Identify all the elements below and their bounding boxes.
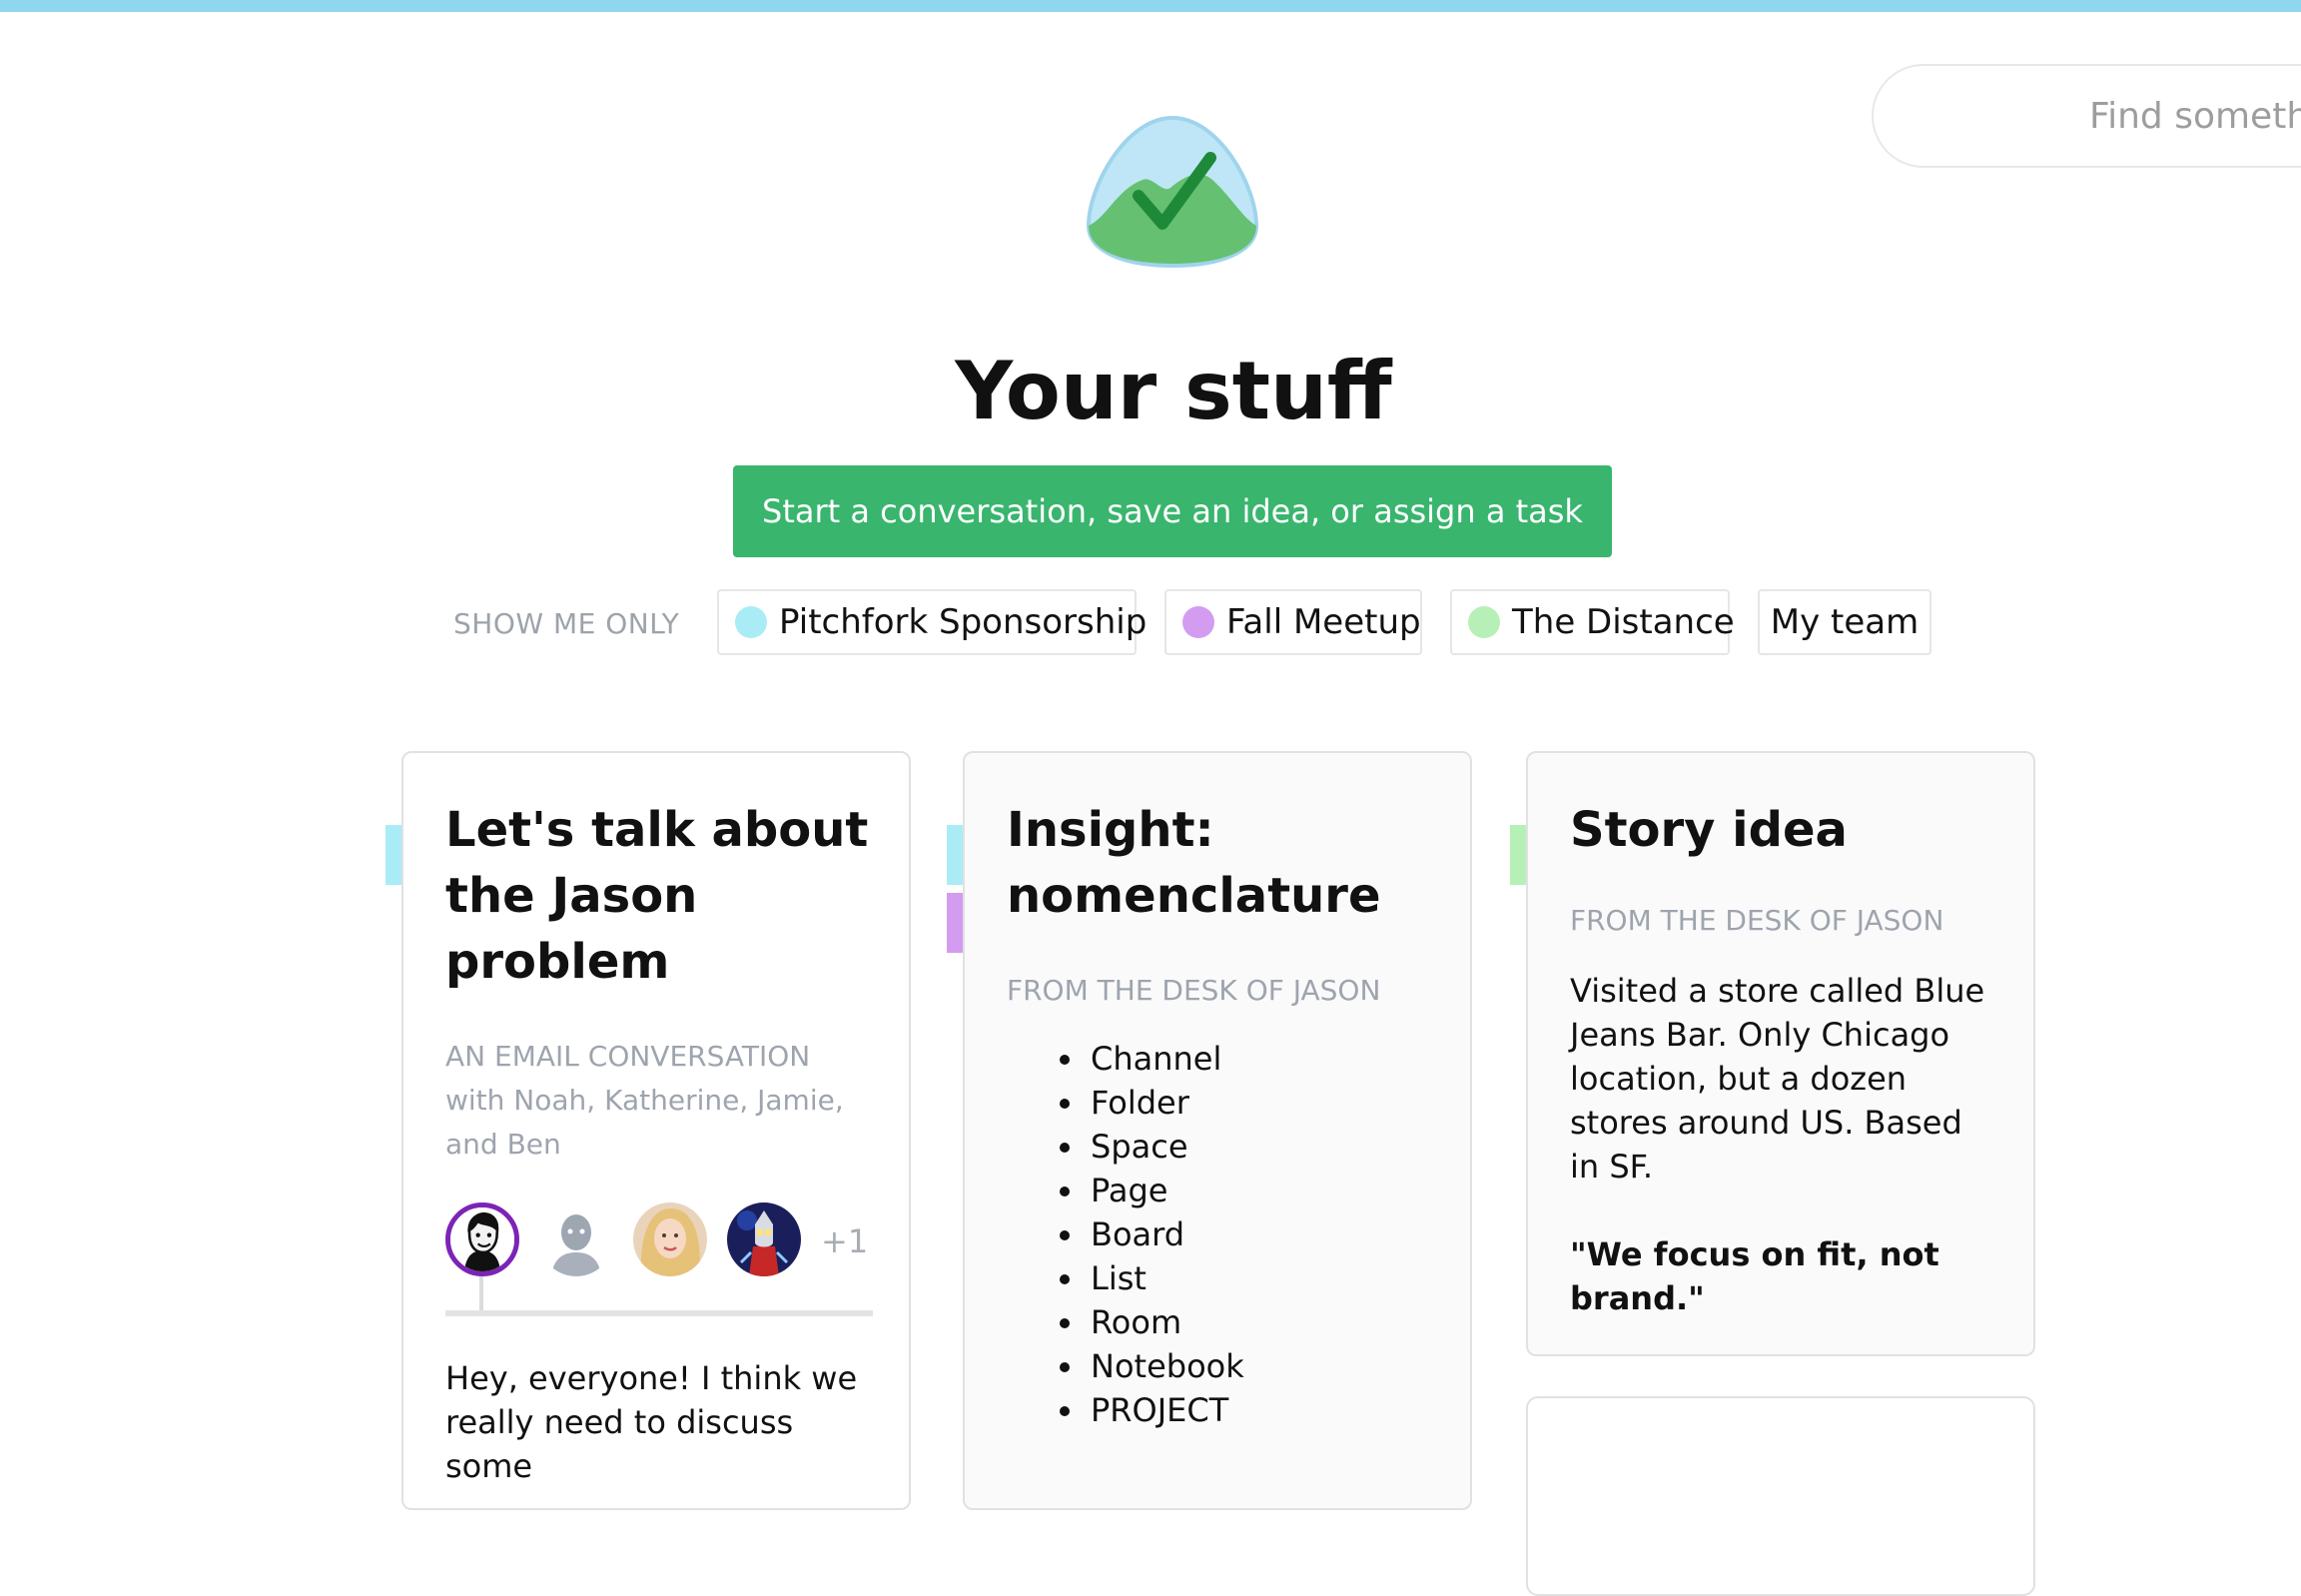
list-item: Page: [1087, 1169, 1430, 1212]
card-story-idea[interactable]: Story idea FROM THE DESK OF JASON Visite…: [1526, 751, 2035, 1356]
new-item-button[interactable]: Start a conversation, save an idea, or a…: [733, 465, 1612, 557]
avatar-pointer: [479, 1276, 483, 1310]
avatar-overflow-count[interactable]: +1: [821, 1222, 868, 1260]
list-item: Room: [1087, 1300, 1430, 1344]
list-item: Space: [1087, 1125, 1430, 1169]
project-color-dot: [1468, 606, 1500, 638]
card-body: Visited a store called Blue Jeans Bar. O…: [1570, 972, 1985, 1186]
list-item: List: [1087, 1256, 1430, 1300]
project-flag-pitchfork: [385, 825, 401, 885]
bullet-list: Channel Folder Space Page Board List Roo…: [1007, 1037, 1430, 1432]
card-meta: FROM THE DESK OF JASON: [1570, 904, 1944, 937]
avatar[interactable]: [727, 1202, 801, 1276]
filter-chip-label: Fall Meetup: [1226, 602, 1421, 642]
project-color-dot: [735, 606, 767, 638]
search-input[interactable]: [2087, 94, 2301, 138]
card-body: Hey, everyone! I think we really need to…: [445, 1359, 858, 1485]
card-partial[interactable]: [1526, 1396, 2035, 1596]
card-title: Story idea: [1570, 802, 1848, 858]
card-meta: FROM THE DESK OF JASON: [1007, 974, 1381, 1007]
card-email-conversation[interactable]: Let's talk about the Jason problem AN EM…: [401, 751, 911, 1510]
project-flag-the-distance: [1510, 825, 1526, 885]
project-flag-fall-meetup: [947, 893, 963, 953]
list-item: Folder: [1087, 1081, 1430, 1125]
logo: [1086, 115, 1259, 269]
card-meta-type: AN EMAIL CONVERSATION: [445, 1040, 811, 1073]
filter-chip-the-distance[interactable]: The Distance: [1450, 589, 1735, 655]
card-meta: AN EMAIL CONVERSATION with Noah, Katheri…: [445, 1035, 869, 1167]
list-item: Board: [1087, 1212, 1430, 1256]
card-quote: "We focus on fit, not brand.": [1570, 1235, 1939, 1317]
card-insight[interactable]: Insight: nomenclature FROM THE DESK OF J…: [963, 751, 1472, 1510]
card-meta-participants: with Noah, Katherine, Jamie, and Ben: [445, 1084, 844, 1161]
search-box[interactable]: [1872, 64, 2301, 168]
page-title: Your stuff: [955, 345, 1392, 437]
filter-chip-label: My team: [1770, 602, 1919, 642]
avatar[interactable]: [539, 1202, 613, 1276]
divider: [445, 1310, 873, 1316]
participant-avatars: +1: [445, 1202, 869, 1310]
avatar[interactable]: [633, 1202, 707, 1276]
project-color-dot: [1182, 606, 1214, 638]
list-item: Channel: [1087, 1037, 1430, 1081]
filter-label: SHOW ME ONLY: [453, 607, 680, 640]
list-item: PROJECT: [1087, 1388, 1430, 1432]
card-title: Let's talk about the Jason problem: [445, 802, 869, 990]
filter-chip-label: The Distance: [1512, 602, 1735, 642]
filter-chip-pitchfork-sponsorship[interactable]: Pitchfork Sponsorship: [717, 589, 1147, 655]
avatar[interactable]: [445, 1202, 519, 1276]
filter-chip-my-team[interactable]: My team: [1758, 589, 1931, 655]
top-accent-bar: [0, 0, 2301, 12]
filter-chip-label: Pitchfork Sponsorship: [779, 602, 1148, 642]
list-item: Notebook: [1087, 1344, 1430, 1388]
card-title: Insight: nomenclature: [1007, 802, 1381, 924]
project-flag-pitchfork: [947, 825, 963, 885]
filter-chip-fall-meetup[interactable]: Fall Meetup: [1164, 589, 1422, 655]
